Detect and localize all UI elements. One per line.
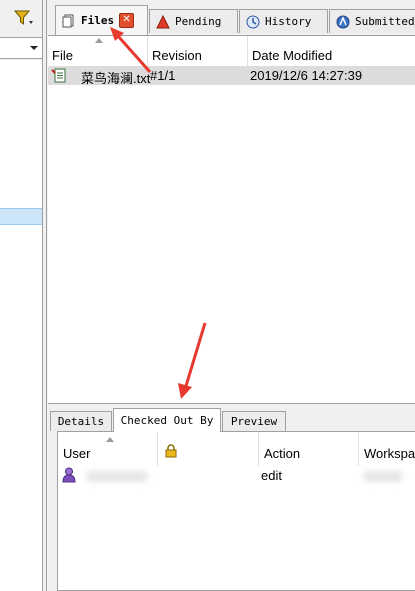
left-toolbar xyxy=(0,0,44,34)
column-header-revision[interactable]: Revision xyxy=(148,36,248,66)
tab-preview[interactable]: Preview xyxy=(222,411,286,431)
tab-preview-label: Preview xyxy=(230,415,278,428)
pending-icon xyxy=(156,14,170,29)
checkout-action: edit xyxy=(261,468,282,483)
submitted-icon xyxy=(336,15,350,29)
horizontal-splitter[interactable] xyxy=(48,403,415,408)
dropdown-arrow-icon[interactable] xyxy=(30,46,38,50)
column-header-revision-label: Revision xyxy=(152,48,202,63)
tab-history-label: History xyxy=(265,15,312,28)
user-icon xyxy=(62,467,76,483)
close-tab-icon[interactable]: ✕ xyxy=(119,13,135,28)
tab-submitted-label: Submitted xyxy=(355,15,415,28)
column-header-user[interactable]: User xyxy=(58,432,158,466)
depot-tree[interactable] xyxy=(0,60,42,591)
lock-icon xyxy=(165,444,177,458)
tab-files-label: Files xyxy=(81,14,115,27)
files-list[interactable]: File Revision Date Modified 菜鸟海澜.txt #1/… xyxy=(48,35,415,403)
table-row[interactable]: 菜鸟海澜.txt #1/1 2019/12/6 14:27:39 xyxy=(48,66,415,86)
column-header-workspace[interactable]: Workspace xyxy=(359,432,415,466)
vertical-splitter[interactable] xyxy=(42,0,47,591)
column-header-file[interactable]: File xyxy=(48,36,148,66)
tab-details-label: Details xyxy=(57,415,105,428)
redacted-workspace xyxy=(363,471,403,482)
column-header-action[interactable]: Action xyxy=(259,432,359,466)
column-header-file-label: File xyxy=(52,48,73,63)
text-file-icon xyxy=(51,67,67,83)
file-revision: #1/1 xyxy=(150,68,176,83)
column-header-workspace-label: Workspace xyxy=(364,446,415,461)
column-header-date-label: Date Modified xyxy=(252,48,333,63)
tab-history[interactable]: History xyxy=(239,9,328,33)
tab-pending-label: Pending xyxy=(175,15,222,28)
depot-combo[interactable] xyxy=(0,37,44,59)
column-header-user-label: User xyxy=(63,446,91,461)
tab-checked-out-by[interactable]: Checked Out By xyxy=(113,408,221,432)
checked-out-list[interactable]: User Action Workspace edit xyxy=(57,431,415,591)
column-header-lock[interactable] xyxy=(158,432,259,466)
files-icon xyxy=(62,14,76,28)
tab-checked-out-by-label: Checked Out By xyxy=(120,414,214,427)
filter-icon[interactable] xyxy=(13,10,34,26)
sort-ascending-icon xyxy=(95,38,103,43)
redacted-user-name xyxy=(86,471,148,482)
history-icon xyxy=(246,15,260,29)
tree-selected-item[interactable] xyxy=(0,208,42,225)
column-header-action-label: Action xyxy=(264,446,301,461)
tab-pending[interactable]: Pending xyxy=(149,9,238,33)
file-name: 菜鸟海澜.txt xyxy=(81,71,151,86)
column-header-date-modified[interactable]: Date Modified xyxy=(248,36,415,66)
tab-submitted[interactable]: Submitted xyxy=(329,9,415,33)
file-date-modified: 2019/12/6 14:27:39 xyxy=(250,68,363,83)
table-row[interactable]: edit xyxy=(58,467,415,485)
tab-files[interactable]: Files ✕ xyxy=(55,5,148,35)
tab-details[interactable]: Details xyxy=(50,411,112,431)
sort-ascending-icon xyxy=(106,437,114,442)
